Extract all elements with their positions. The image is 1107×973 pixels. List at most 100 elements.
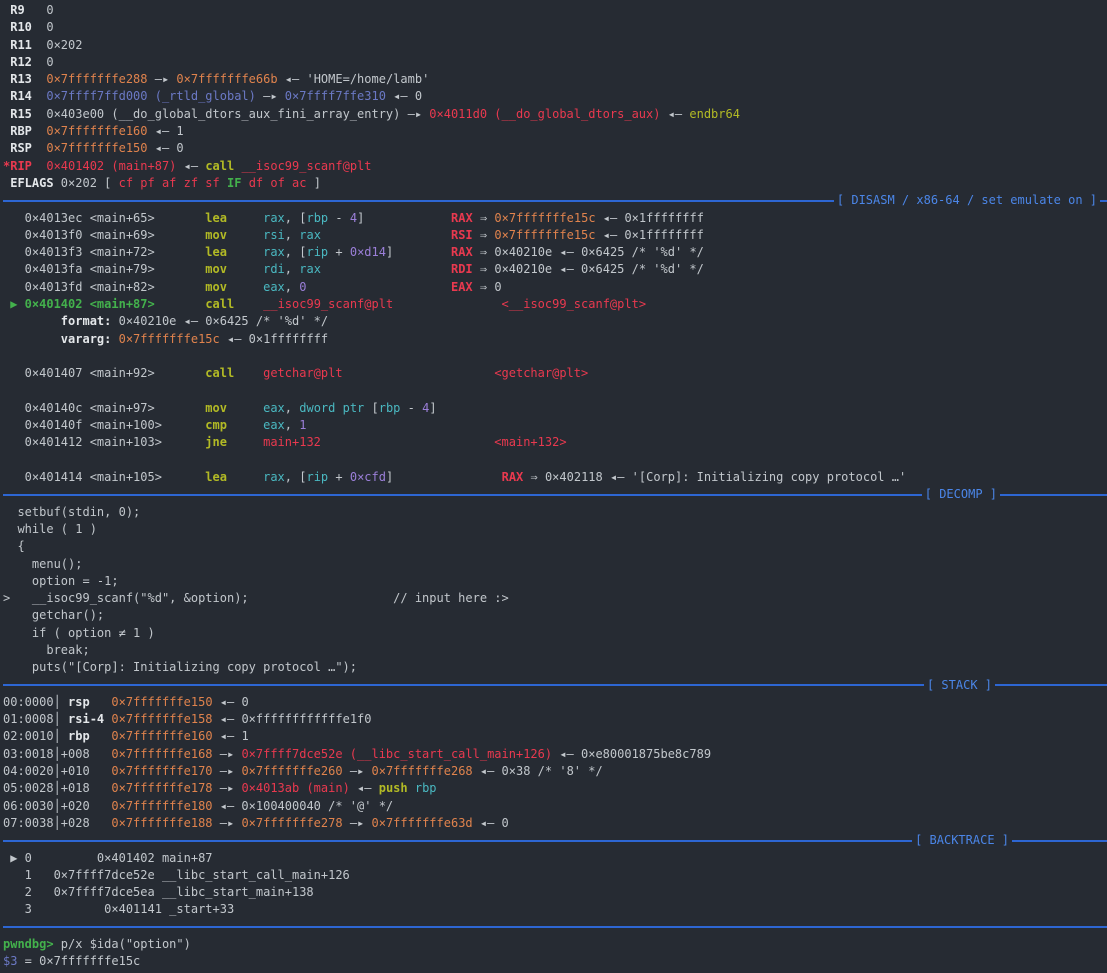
terminal-text-segment: —▸ [400, 107, 429, 121]
terminal-line: R15 0×403e00 (__do_global_dtors_aux_fini… [3, 106, 1107, 123]
terminal-text-segment: 0×401414 <main+105> [3, 470, 205, 484]
terminal-text-segment: ◂— 0×1ffffffff [596, 228, 704, 242]
terminal-line: 0×401412 <main+103> jne main+132 <main+1… [3, 434, 1107, 451]
terminal-text-segment: 00:0000│ [3, 695, 68, 709]
terminal-line: format: 0×40210e ◂— 0×6425 /* '%d' */ [3, 313, 1107, 330]
terminal-text-segment: 0 [25, 3, 54, 17]
terminal-text-segment: 0×40140c <main+97> [3, 401, 205, 415]
terminal-text-segment [227, 418, 263, 432]
terminal-text-segment: rsi [263, 228, 285, 242]
terminal-text-segment: 1 [299, 418, 306, 432]
terminal-text-segment: ] [306, 176, 320, 190]
terminal-text-segment: cf pf af zf sf [119, 176, 220, 190]
terminal-text-segment: R15 [3, 107, 32, 121]
terminal-text-segment: 0×7ffff7dce52e (__libc_start_call_main+1… [241, 747, 552, 761]
terminal-line: option = -1; [3, 573, 1107, 590]
separator-line [3, 494, 922, 496]
terminal-text-segment: $3 [3, 954, 17, 968]
stack-panel: 00:0000│ rsp 0×7fffffffe150 ◂— 001:0008│… [3, 694, 1107, 832]
terminal-text-segment: 0×4011d0 (__do_global_dtors_aux) [429, 107, 660, 121]
terminal-text-segment [393, 245, 451, 259]
terminal-text-segment: call [205, 366, 234, 380]
terminal-text-segment: p/x $ida("option") [61, 937, 191, 951]
terminal-text-segment: —▸ [343, 816, 372, 830]
terminal-line [3, 452, 1107, 469]
terminal-line: while ( 1 ) [3, 521, 1107, 538]
terminal-text-segment: vararg: [61, 332, 112, 346]
terminal-text-segment: 0×7fffffffe150 [46, 141, 147, 155]
terminal-text-segment [227, 262, 263, 276]
terminal-line: R10 0 [3, 19, 1107, 36]
terminal-text-segment: push [379, 781, 408, 795]
terminal-text-segment: lea [205, 211, 227, 225]
terminal-text-segment: eax [263, 401, 285, 415]
terminal-text-segment: rax [263, 470, 285, 484]
terminal-text-segment [227, 228, 263, 242]
terminal-text-segment: 0×7ffff7ffd000 (_rtld_global) [46, 89, 256, 103]
terminal-text-segment: ] [429, 401, 436, 415]
terminal-text-segment: __isoc99_scanf@plt [263, 297, 393, 311]
terminal-text-segment: main+132 [263, 435, 321, 449]
terminal-text-segment: lea [205, 470, 227, 484]
terminal-text-segment: ◂— 0×e80001875be8c789 [552, 747, 711, 761]
terminal-text-segment: { [3, 539, 25, 553]
terminal-text-segment: - [400, 401, 422, 415]
section-header-label: [ BACKTRACE ] [912, 832, 1012, 849]
terminal-line: menu(); [3, 556, 1107, 573]
terminal-text-segment: , [285, 228, 299, 242]
terminal-text-segment [32, 89, 46, 103]
terminal-line: 0×401414 <main+105> lea rax, [rip + 0×cf… [3, 469, 1107, 486]
terminal-text-segment: RSI [451, 228, 473, 242]
terminal-line: R11 0×202 [3, 37, 1107, 54]
terminal-text-segment [90, 695, 112, 709]
terminal-line: 02:0010│ rbp 0×7fffffffe160 ◂— 1 [3, 728, 1107, 745]
terminal-text-segment: 0×7fffffffe288 [46, 72, 147, 86]
terminal-text-segment: , [285, 262, 299, 276]
section-header-label: [ DECOMP ] [922, 486, 1000, 503]
terminal-line: R12 0 [3, 54, 1107, 71]
terminal-text-segment: rip [306, 470, 328, 484]
terminal-text-segment: 0×d14 [350, 245, 386, 259]
terminal-text-segment [321, 228, 451, 242]
terminal-text-segment: —▸ [213, 816, 242, 830]
terminal-line: 0×4013ec <main+65> lea rax, [rbp - 4] RA… [3, 210, 1107, 227]
terminal-text-segment: ◂— 0 [213, 695, 249, 709]
separator-line [3, 684, 924, 686]
terminal-text-segment: 0×7fffffffe15c [494, 211, 595, 225]
terminal-text-segment: 0×7fffffffe15c [494, 228, 595, 242]
terminal-text-segment [155, 297, 206, 311]
terminal-text-segment: eax [263, 280, 285, 294]
terminal-text-segment: 0×7ffff7ffe310 [285, 89, 386, 103]
section-header-stack: [ STACK ] [3, 677, 1107, 694]
section-header-label: [ DISASM / x86-64 / set emulate on ] [834, 192, 1100, 209]
terminal-text-segment: R14 [3, 89, 32, 103]
pwndbg-terminal: R9 0 R10 0 R11 0×202 R12 0 R13 0×7ffffff… [0, 0, 1107, 973]
terminal-text-segment [227, 435, 263, 449]
terminal-line: 0×4013fd <main+82> mov eax, 0 EAX ⇒ 0 [3, 279, 1107, 296]
terminal-text-segment [408, 781, 415, 795]
terminal-text-segment [249, 591, 394, 605]
terminal-text-segment [90, 729, 112, 743]
terminal-line: { [3, 538, 1107, 555]
terminal-text-segment: rax [299, 262, 321, 276]
terminal-text-segment: —▸ [213, 781, 242, 795]
terminal-text-segment: rax [263, 245, 285, 259]
terminal-text-segment: 0×401407 <main+92> [3, 366, 205, 380]
terminal-text-segment: rsi-4 [68, 712, 104, 726]
terminal-line: 05:0028│+018 0×7fffffffe178 —▸ 0×4013ab … [3, 780, 1107, 797]
terminal-text-segment: 4 [350, 211, 357, 225]
terminal-text-segment: endbr64 [689, 107, 740, 121]
terminal-line: 06:0030│+020 0×7fffffffe180 ◂— 0×1004000… [3, 798, 1107, 815]
terminal-line: *RIP 0×401402 (main+87) ◂— call __isoc99… [3, 158, 1107, 175]
terminal-text-segment: 0×40210e ◂— 0×6425 /* '%d' */ [111, 314, 328, 328]
terminal-text-segment: ◂— 0×1ffffffff [596, 211, 704, 225]
terminal-text-segment: EAX [451, 280, 473, 294]
terminal-text-segment: 0×7fffffffe180 [111, 799, 212, 813]
terminal-line: getchar(); [3, 607, 1107, 624]
terminal-text-segment [227, 280, 263, 294]
terminal-line: break; [3, 642, 1107, 659]
terminal-text-segment: ◂— 0×38 /* '8' */ [473, 764, 603, 778]
terminal-text-segment [306, 280, 451, 294]
terminal-text-segment: > __isoc99_scanf("%d", &option); [3, 591, 249, 605]
terminal-text-segment: 1 0×7ffff7dce52e __libc_start_call_main+… [3, 868, 350, 882]
